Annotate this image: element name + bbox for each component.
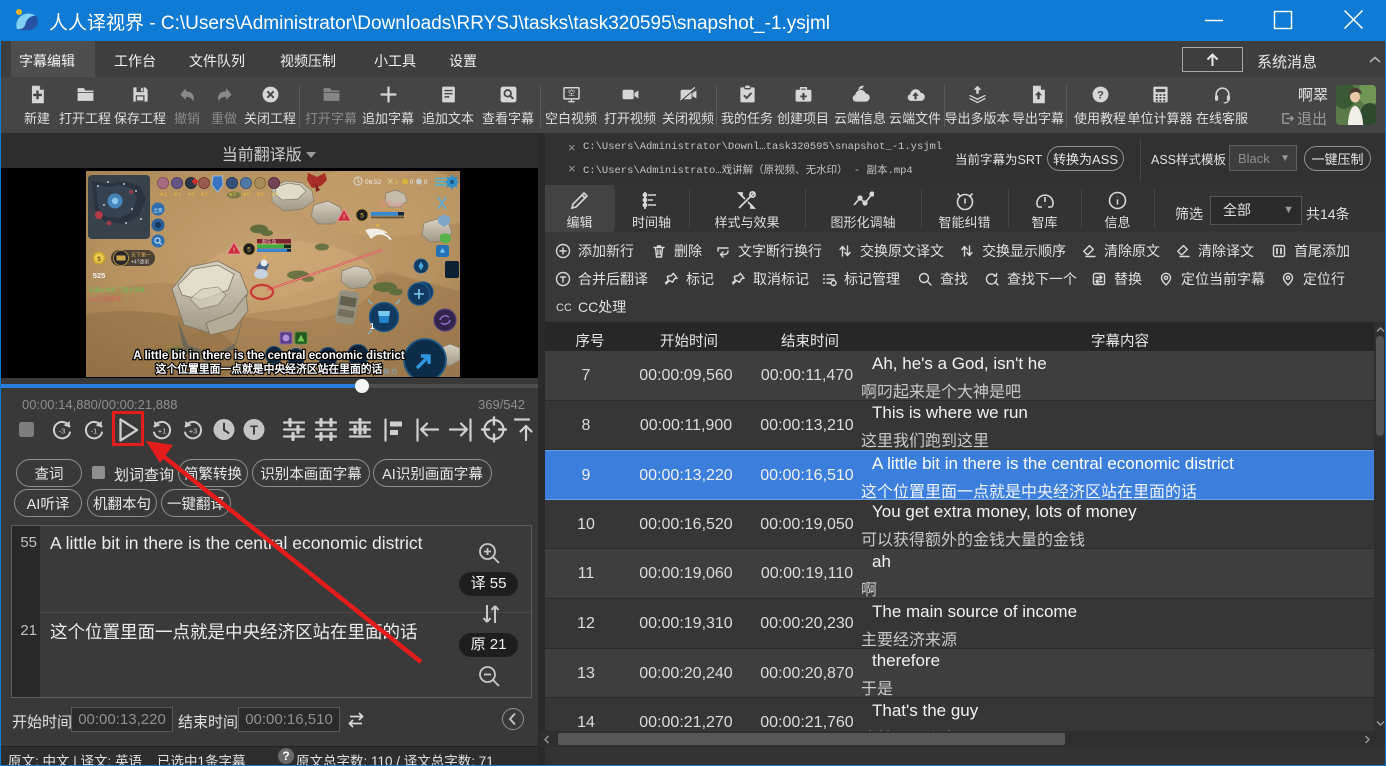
svg-text:这个位置里面一点就是中央经济区站在里面的话: 这个位置里面一点就是中央经济区站在里面的话 [156,361,383,377]
svg-text:Lee已经超神！: Lee已经超神！ [89,295,126,303]
svg-text:-3: -3 [59,427,66,436]
svg-text:!: ! [233,247,235,254]
svg-text:-1: -1 [91,427,98,436]
svg-text:!: ! [343,214,345,221]
svg-text:06:52: 06:52 [365,179,382,186]
svg-text:★0: ★0 [187,192,194,198]
svg-text:★1: ★1 [159,192,166,198]
svg-text:CC: CC [556,302,571,314]
svg-text:玩家A 击杀 了敌方英雄: 玩家A 击杀 了敌方英雄 [89,286,145,294]
svg-text:★2: ★2 [200,192,207,198]
svg-text:5: 5 [360,213,364,220]
svg-text:525: 525 [93,271,106,280]
svg-text:5: 5 [247,247,251,254]
svg-text:翻车鱼: 翻车鱼 [262,238,277,245]
svg-text:★0: ★0 [270,192,277,198]
svg-text:1: 1 [370,322,375,331]
svg-text:+3: +3 [189,427,198,436]
svg-text:腕豪царь: 腕豪царь [380,200,405,208]
svg-text:+4?迷彩: +4?迷彩 [131,259,149,266]
svg-text:全景: 全景 [154,207,163,214]
svg-text:T: T [250,423,258,438]
svg-text:天下第一: 天下第一 [131,252,151,259]
svg-text:★0: ★0 [256,192,263,198]
svg-text:★0: ★0 [242,192,249,198]
svg-text:$: $ [97,256,101,263]
svg-text:+1: +1 [158,427,167,436]
svg-text:★0: ★0 [228,192,235,198]
svg-text:补刀: 补刀 [383,367,397,376]
svg-text:★1: ★1 [173,192,180,198]
svg-text:★: ★ [375,222,380,229]
